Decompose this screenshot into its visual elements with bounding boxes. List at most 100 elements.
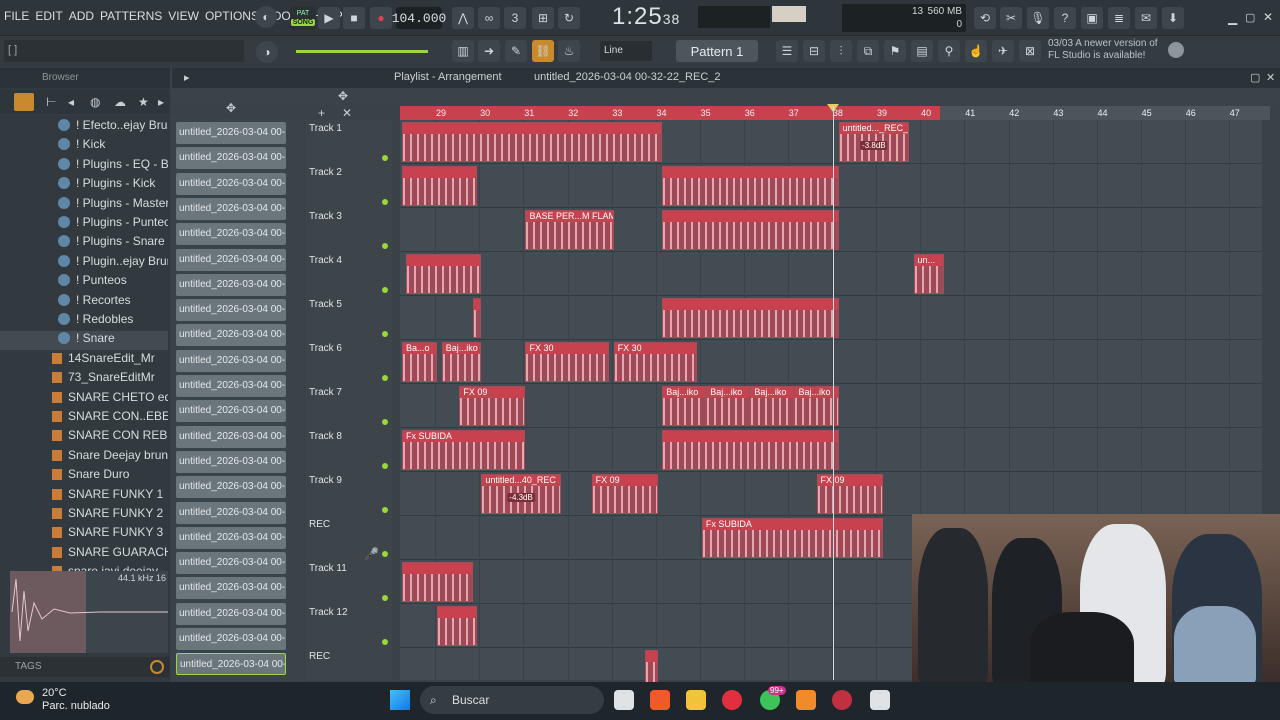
browser-folder[interactable]: ! Plugins - Master: [0, 196, 168, 215]
browser-folder[interactable]: ! Snare: [0, 331, 168, 351]
arrow-icon[interactable]: ➜: [478, 40, 500, 62]
audio-clip[interactable]: Baj...iko: [750, 386, 795, 426]
pat-song-switch[interactable]: PAT SONG: [290, 6, 316, 30]
channel-button[interactable]: untitled_2026-03-04 00-...: [176, 324, 286, 347]
channel-button[interactable]: untitled_2026-03-04 00-...: [176, 375, 286, 397]
plugin-db-icon[interactable]: ◂: [68, 95, 74, 109]
playlist-maximize-icon[interactable]: ▢: [1250, 71, 1260, 84]
master-pitch-knob[interactable]: ◐: [255, 6, 277, 28]
browser-sample[interactable]: Snare Duro: [0, 467, 168, 486]
wait-input-icon[interactable]: ∞: [478, 7, 500, 29]
update-notice[interactable]: 03/03 A newer version of FL Studio is ava…: [1048, 38, 1158, 62]
track-mute-dot[interactable]: [382, 507, 388, 513]
help-icon[interactable]: ?: [1054, 7, 1076, 29]
channel-button[interactable]: untitled_2026-03-04 00-...: [176, 552, 286, 575]
channel-button[interactable]: untitled_2026-03-04 00-...: [176, 197, 286, 220]
track-label[interactable]: Track 7: [309, 387, 342, 398]
tags-bar[interactable]: TAGS: [0, 657, 170, 677]
playlist-close-icon[interactable]: ✕: [1266, 71, 1275, 84]
pattern-selector[interactable]: Pattern 1: [676, 40, 758, 62]
tempo-display[interactable]: 104.000: [392, 7, 446, 29]
play-button[interactable]: ▶: [318, 7, 340, 29]
audio-clip[interactable]: [437, 606, 477, 646]
channel-button[interactable]: untitled_2026-03-04 00-...: [176, 223, 286, 246]
channel-button[interactable]: untitled_2026-03-04 00-...: [176, 476, 286, 499]
channel-button[interactable]: untitled_2026-03-04 00-...: [176, 577, 286, 600]
stamp-icon[interactable]: ♨: [558, 40, 580, 62]
main-volume-slider[interactable]: [296, 50, 428, 53]
record-mic-icon[interactable]: 🎤: [364, 547, 379, 561]
audio-clip[interactable]: [402, 166, 477, 206]
plugin-picker-icon[interactable]: ⧉: [857, 40, 879, 62]
cut-icon[interactable]: ✂: [1000, 7, 1022, 29]
browser-folder[interactable]: ! Punteos: [0, 273, 168, 292]
maximize-icon[interactable]: ▢: [1245, 11, 1255, 24]
track-label[interactable]: Track 8: [309, 431, 342, 442]
channel-button[interactable]: untitled_2026-03-04 00-...: [176, 172, 286, 195]
browser-folder[interactable]: ! Plugins - EQ - Bajo: [0, 157, 168, 176]
current-project-icon[interactable]: ⊢: [46, 95, 56, 109]
browser-folder[interactable]: ! Redobles: [0, 312, 168, 331]
browser-folder[interactable]: ! Efecto..ejay Bruno: [0, 118, 168, 137]
track-label[interactable]: REC: [309, 519, 330, 530]
audio-clip[interactable]: un...: [913, 254, 945, 294]
taskbar-search[interactable]: Buscar: [420, 686, 604, 714]
track-mute-dot[interactable]: [382, 375, 388, 381]
track-label[interactable]: Track 12: [309, 607, 348, 618]
audio-clip[interactable]: FX 30: [613, 342, 698, 382]
cloud-icon[interactable]: ☁: [114, 95, 126, 109]
browser-sample[interactable]: 73_SnareEditMr: [0, 370, 168, 389]
audio-clip[interactable]: BASE PER...M FLAMA: [525, 210, 614, 250]
globe-icon[interactable]: ◍: [90, 95, 100, 109]
browser-folder[interactable]: ! Recortes: [0, 293, 168, 312]
browser-sample[interactable]: SNARE FUNKY 1: [0, 487, 168, 506]
windows-start-icon[interactable]: [390, 690, 410, 710]
channel-button[interactable]: untitled_2026-03-04 00-...: [176, 501, 286, 524]
loop-record-icon[interactable]: ↻: [558, 7, 580, 29]
audio-clip[interactable]: Baj...iko: [662, 386, 707, 426]
file-explorer-icon[interactable]: [686, 690, 706, 710]
audio-clip[interactable]: FX 09: [591, 474, 658, 514]
channel-button[interactable]: untitled_2026-03-04 00-...: [176, 450, 286, 473]
audio-clip[interactable]: [406, 254, 482, 294]
browser-sample[interactable]: SNARE CON..EBERB 2.0: [0, 409, 168, 428]
audio-clip[interactable]: Baj...iko: [794, 386, 839, 426]
channel-button[interactable]: untitled_2026-03-04 00-...: [176, 273, 286, 296]
track-label[interactable]: Track 5: [309, 299, 342, 310]
pencil-icon[interactable]: ✎: [505, 40, 527, 62]
menu-edit[interactable]: EDIT: [35, 9, 62, 23]
channel-button[interactable]: untitled_2026-03-04 00-...: [176, 147, 286, 170]
move-icon[interactable]: ✥: [338, 89, 348, 103]
track-label[interactable]: Track 3: [309, 211, 342, 222]
channel-button[interactable]: untitled_2026-03-04 00-...: [176, 122, 286, 144]
mic-icon[interactable]: 🎙: [1027, 7, 1049, 29]
channel-button[interactable]: untitled_2026-03-04 00-...: [176, 400, 286, 423]
audio-clip[interactable]: Fx SUBIDA: [701, 518, 883, 558]
fl-studio-icon[interactable]: [796, 690, 816, 710]
track-mute-dot[interactable]: [382, 551, 388, 557]
channel-button[interactable]: untitled_2026-03-04 00-...: [176, 653, 286, 676]
audio-clip[interactable]: FX 30: [525, 342, 610, 382]
track-label[interactable]: Track 11: [309, 563, 347, 574]
browser-folder[interactable]: ! Plugin..ejay Bruno: [0, 254, 168, 273]
track-mute-dot[interactable]: [382, 155, 388, 161]
playlist-arrow-icon[interactable]: ▸: [184, 71, 190, 84]
browser-sample[interactable]: Snare Deejay bruno: [0, 448, 168, 467]
track-label[interactable]: Track 1: [309, 123, 342, 134]
metronome-icon[interactable]: ⋀: [452, 7, 474, 29]
audio-clip[interactable]: FX 09: [459, 386, 526, 426]
menu-patterns[interactable]: PATTERNS: [100, 9, 162, 23]
channel-button[interactable]: untitled_2026-03-04 00-...: [176, 602, 286, 625]
remove-track-icon[interactable]: ✕: [342, 106, 352, 120]
browser-folder[interactable]: ! Kick: [0, 137, 168, 156]
track-mute-dot[interactable]: [382, 595, 388, 601]
undo-icon[interactable]: ⟲: [974, 7, 996, 29]
template-icon[interactable]: ✈: [992, 40, 1014, 62]
chat-icon[interactable]: ✉: [1135, 7, 1157, 29]
browser-sample[interactable]: SNARE FUNKY 3: [0, 525, 168, 544]
track-mute-dot[interactable]: [382, 243, 388, 249]
browser-sample[interactable]: SNARE CHETO edit_Mr: [0, 390, 168, 409]
browser-sample[interactable]: SNARE GUARACHA: [0, 545, 168, 564]
piano-roll-icon[interactable]: ▥: [452, 40, 474, 62]
brave-icon[interactable]: [650, 690, 670, 710]
